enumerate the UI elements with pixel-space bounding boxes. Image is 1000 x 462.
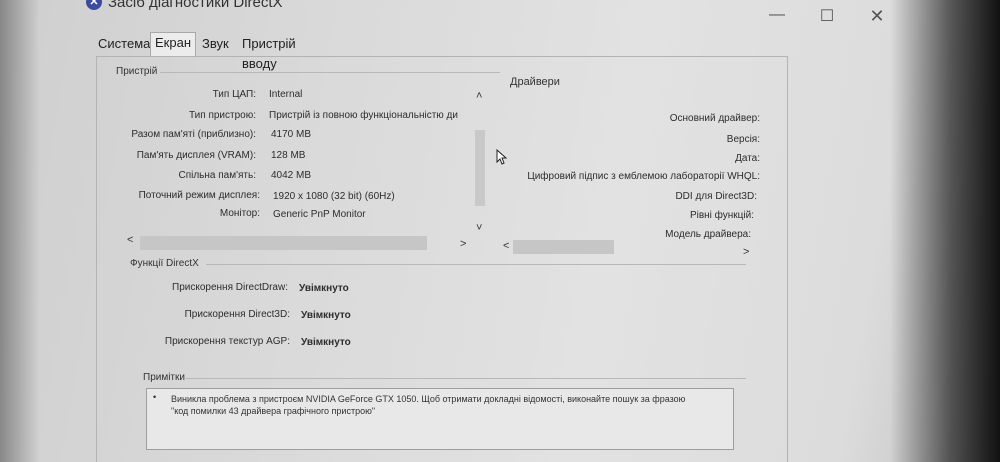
tab-sound[interactable]: Звук	[198, 34, 233, 54]
minimize-button[interactable]: —	[762, 6, 792, 24]
device-scroll-left-arrow-icon[interactable]: <	[127, 234, 133, 246]
directx-icon: ✕	[86, 0, 102, 10]
feature-levels-label: Рівні функцій:	[689, 210, 754, 221]
dac-type-label: Тип ЦАП:	[212, 89, 256, 100]
device-vscroll-thumb[interactable]	[475, 130, 485, 206]
photo-shadow-right	[890, 0, 1000, 462]
tab-input[interactable]: Пристрій вводу	[238, 34, 300, 71]
device-hscroll-thumb[interactable]	[140, 236, 427, 250]
vram-value: 128 MB	[271, 150, 306, 161]
tab-system[interactable]: Система	[94, 34, 154, 54]
scroll-down-arrow-icon[interactable]: ˅	[476, 222, 482, 234]
total-memory-label: Разом пам'яті (приблизно):	[131, 129, 256, 140]
window-title: Засіб діагностики DirectX	[108, 0, 283, 11]
main-driver-label: Основний драйвер:	[669, 113, 760, 124]
drivers-scroll-left-arrow-icon[interactable]: <	[503, 240, 509, 252]
whql-label: Цифровий підпис з емблемою лабораторії W…	[527, 171, 760, 182]
monitor-value: Generic PnP Monitor	[273, 209, 366, 220]
vram-label: Пам'ять дисплея (VRAM):	[136, 150, 256, 161]
device-type-label: Тип пристрою:	[189, 110, 256, 121]
photo-shadow-left	[0, 0, 40, 462]
directx-features-title: Функції DirectX	[130, 258, 199, 269]
notes-line-2: "код помилки 43 драйвера графічного прис…	[171, 406, 376, 416]
device-section-title: Пристрій	[116, 66, 158, 77]
directx-diagnostic-window: ✕ Засіб діагностики DirectX — ☐ ✕ Систем…	[0, 0, 1000, 462]
drivers-section-title: Драйвери	[510, 76, 560, 88]
drivers-hscroll-thumb[interactable]	[513, 240, 614, 254]
direct3d-accel-value: Увімкнуто	[301, 310, 351, 321]
monitor-label: Монітор:	[219, 208, 260, 219]
display-mode-value: 1920 x 1080 (32 bit) (60Hz)	[273, 191, 395, 202]
device-vertical-scrollbar[interactable]: ˄ ˅	[473, 90, 487, 238]
notes-bullet: •	[153, 392, 157, 402]
device-group-divider	[160, 72, 500, 73]
display-mode-label: Поточний режим дисплея:	[138, 190, 260, 201]
dac-type-value: Internal	[269, 89, 303, 100]
close-button[interactable]: ✕	[862, 6, 892, 27]
scroll-up-arrow-icon[interactable]: ˄	[476, 90, 482, 102]
notes-box[interactable]: • Виникла проблема з пристроєм NVIDIA Ge…	[146, 388, 734, 450]
features-group-divider	[206, 264, 746, 265]
total-memory-value: 4170 MB	[271, 129, 312, 140]
device-scroll-right-arrow-icon[interactable]: >	[460, 238, 466, 250]
notes-line-1: Виникла проблема з пристроєм NVIDIA GeFo…	[171, 394, 686, 404]
drivers-scroll-right-arrow-icon[interactable]: >	[743, 246, 749, 258]
date-label: Дата:	[735, 153, 760, 164]
directdraw-accel-label: Прискорення DirectDraw:	[172, 282, 288, 293]
tab-display[interactable]: Екран	[150, 32, 196, 56]
shared-memory-label: Спільна пам'ять:	[178, 170, 256, 181]
device-type-value: Пристрій із повною функціональністю ди	[269, 110, 458, 121]
ddi-direct3d-label: DDI для Direct3D:	[675, 191, 757, 202]
version-label: Версія:	[726, 134, 760, 145]
notes-section-title: Примітки	[143, 372, 185, 383]
title-bar: ✕ Засіб діагностики DirectX — ☐ ✕	[0, 0, 1000, 26]
driver-model-label: Модель драйвера:	[665, 229, 751, 240]
agp-texture-accel-label: Прискорення текстур AGP:	[164, 336, 290, 347]
maximize-button[interactable]: ☐	[812, 6, 842, 26]
directdraw-accel-value: Увімкнуто	[299, 283, 349, 294]
mouse-cursor-icon	[496, 149, 508, 165]
notes-group-divider	[186, 378, 746, 379]
direct3d-accel-label: Прискорення Direct3D:	[184, 309, 290, 320]
agp-texture-accel-value: Увімкнуто	[301, 337, 351, 348]
shared-memory-value: 4042 MB	[271, 170, 312, 181]
